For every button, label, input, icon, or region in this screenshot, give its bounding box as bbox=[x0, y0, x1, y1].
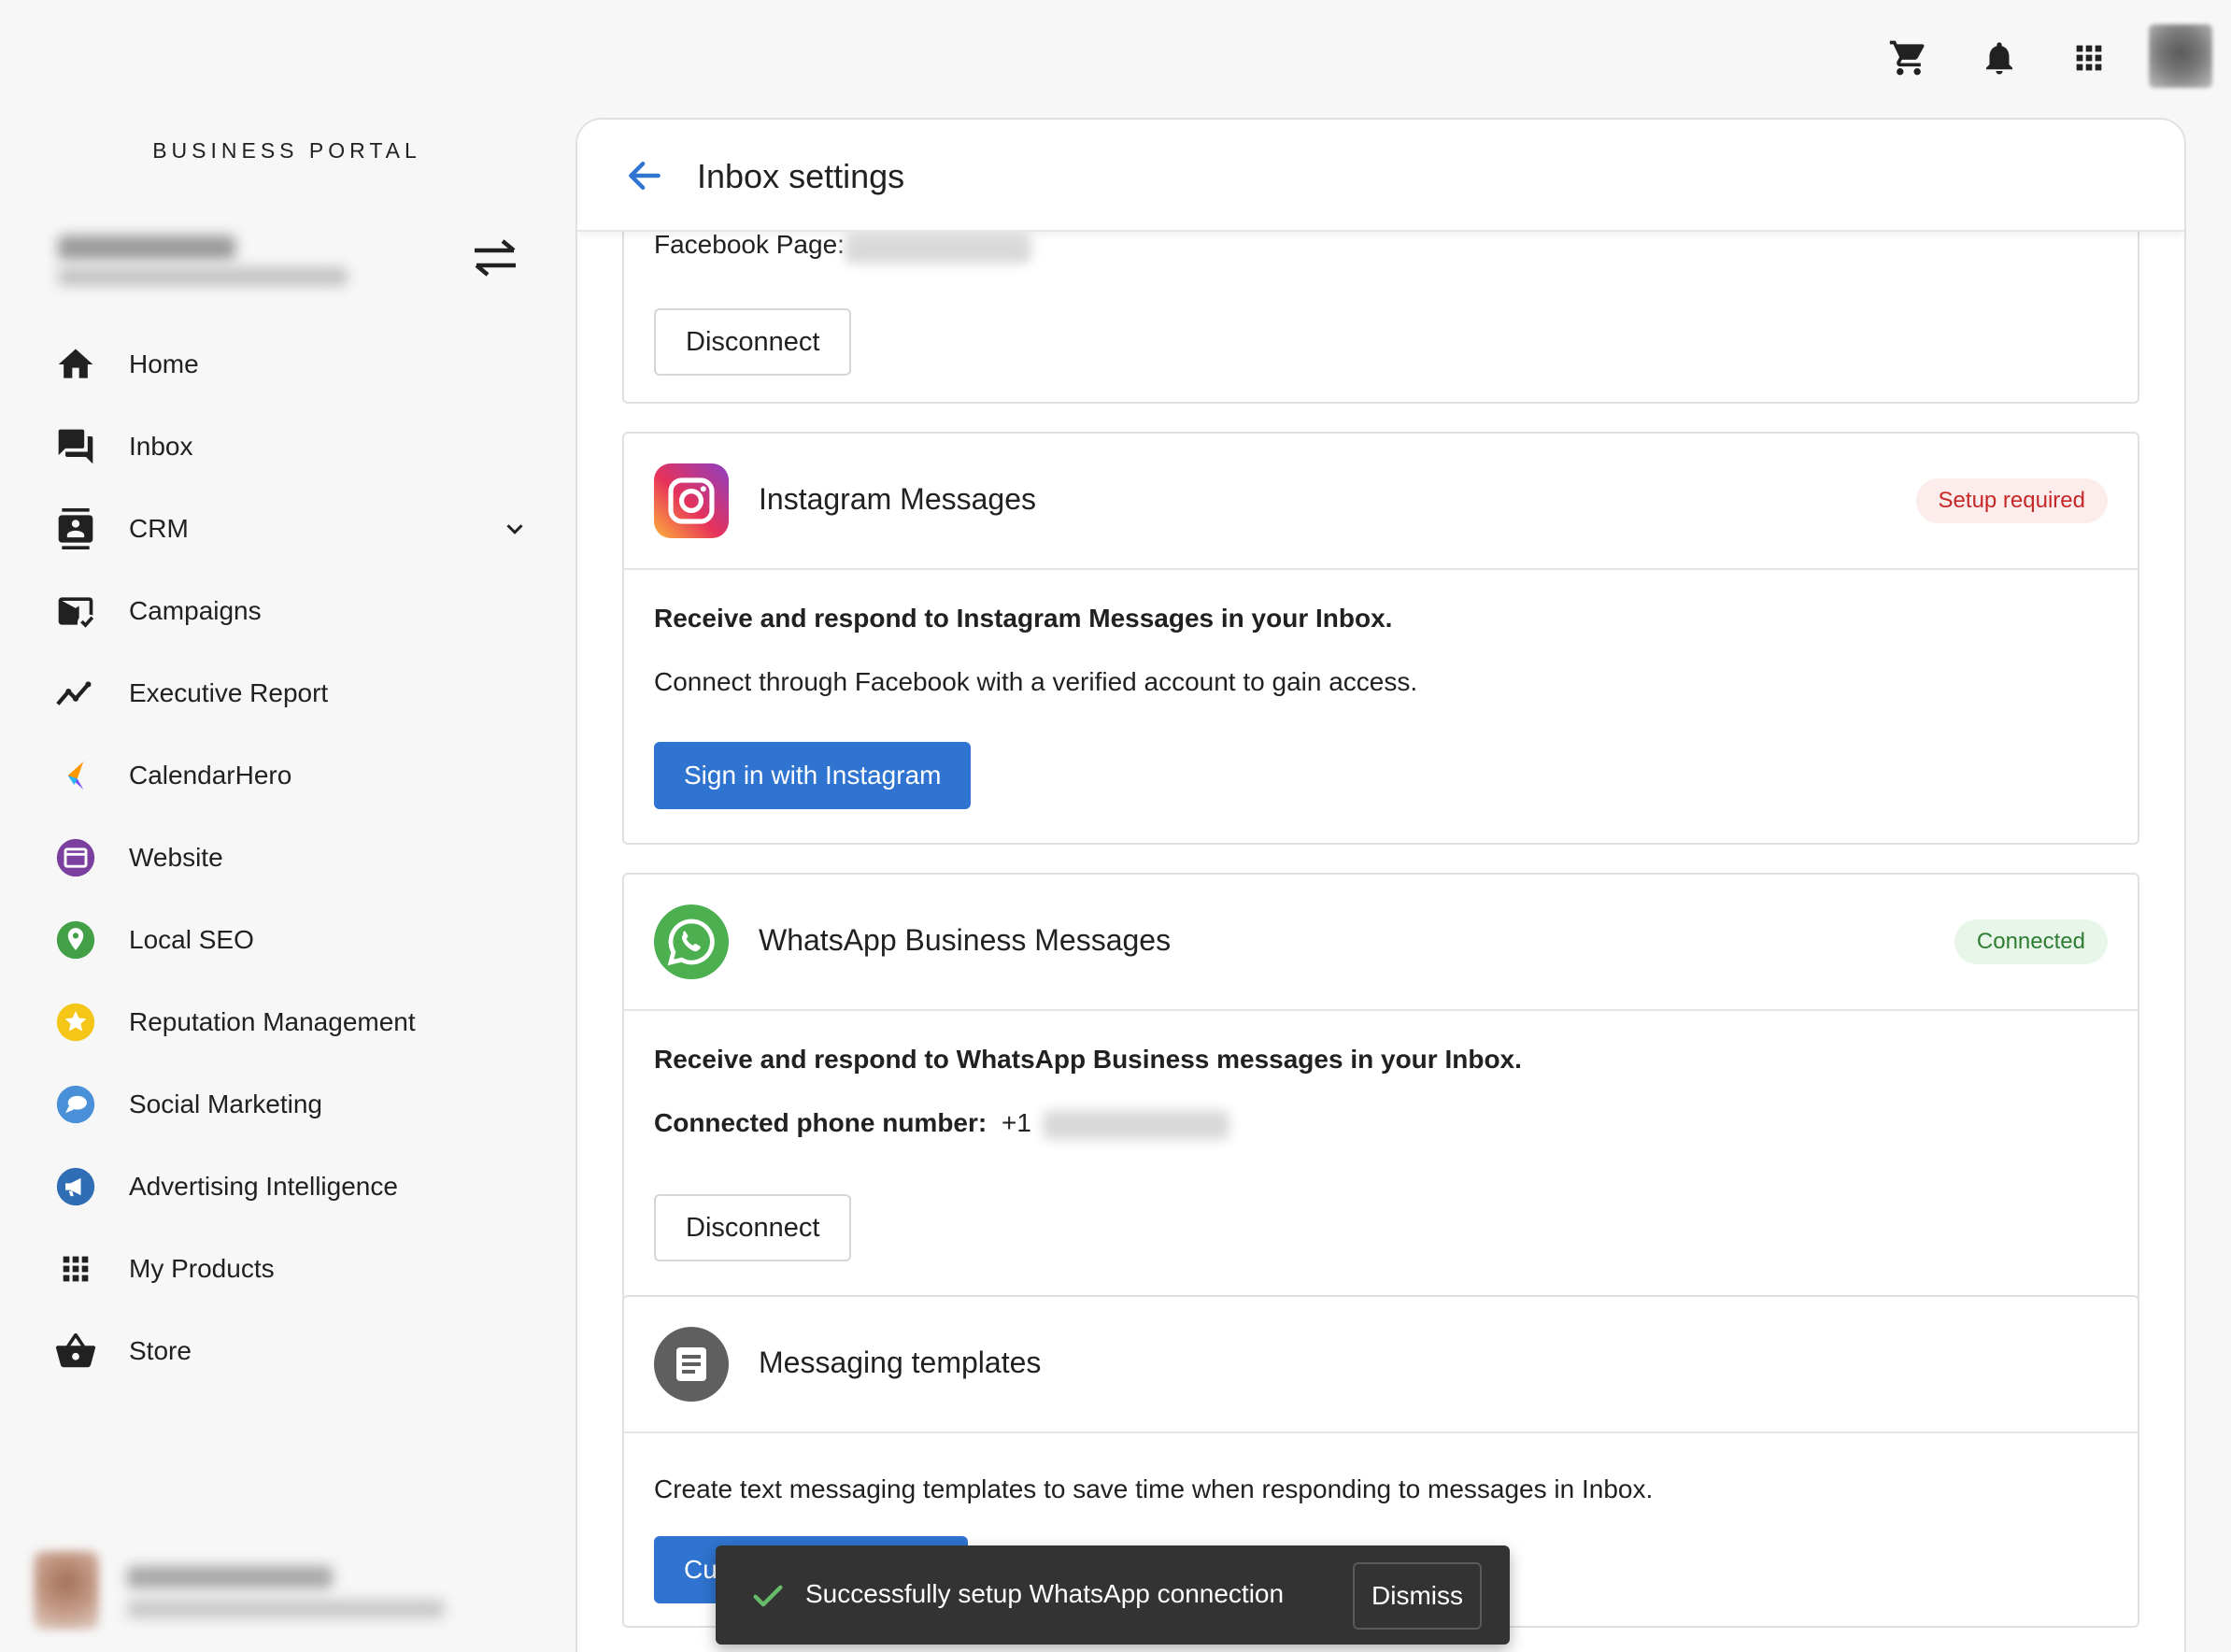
sidebar-item-label: Website bbox=[129, 843, 223, 872]
sidebar-item-label: Social Marketing bbox=[129, 1089, 322, 1118]
status-badge: Connected bbox=[1954, 919, 2108, 964]
facebook-page-label: Facebook Page: bbox=[654, 230, 845, 259]
instagram-card-header: Instagram Messages Setup required bbox=[624, 434, 2138, 570]
star-icon bbox=[52, 999, 99, 1046]
basket-icon bbox=[52, 1328, 99, 1374]
whatsapp-card-header: WhatsApp Business Messages Connected bbox=[624, 875, 2138, 1011]
user-avatar[interactable] bbox=[2149, 24, 2212, 88]
sidebar-item-social-marketing[interactable]: Social Marketing bbox=[0, 1067, 561, 1142]
megaphone-icon bbox=[52, 1163, 99, 1210]
sidebar-item-campaigns[interactable]: Campaigns bbox=[0, 574, 561, 648]
sidebar-item-label: Store bbox=[129, 1336, 192, 1365]
apps-grid-icon[interactable] bbox=[2061, 30, 2117, 86]
sidebar-item-my-products[interactable]: My Products bbox=[0, 1232, 561, 1306]
sidebar-item-inbox[interactable]: Inbox bbox=[0, 409, 561, 484]
mail-check-icon bbox=[52, 588, 99, 634]
account-switcher-name[interactable] bbox=[52, 224, 361, 299]
sidebar-item-label: Executive Report bbox=[129, 678, 329, 707]
sidebar-item-advertising-intelligence[interactable]: Advertising Intelligence bbox=[0, 1149, 561, 1224]
whatsapp-icon bbox=[654, 904, 729, 979]
sidebar-item-label: CRM bbox=[129, 514, 189, 543]
connected-phone-prefix: +1 bbox=[1002, 1108, 1031, 1137]
home-icon bbox=[52, 341, 99, 388]
sidebar-item-home[interactable]: Home bbox=[0, 327, 561, 402]
dismiss-button[interactable]: Dismiss bbox=[1353, 1562, 1482, 1630]
page-title: Inbox settings bbox=[697, 157, 905, 195]
templates-description: Create text messaging templates to save … bbox=[654, 1474, 1654, 1503]
website-icon bbox=[52, 834, 99, 881]
instagram-headline: Receive and respond to Instagram Message… bbox=[654, 604, 1393, 633]
sign-in-instagram-button[interactable]: Sign in with Instagram bbox=[654, 742, 972, 809]
templates-card-header: Messaging templates bbox=[624, 1297, 2138, 1433]
sidebar-item-store[interactable]: Store bbox=[0, 1314, 561, 1389]
connected-phone-label: Connected phone number: bbox=[654, 1108, 988, 1137]
instagram-icon bbox=[654, 463, 729, 538]
chevron-down-icon[interactable] bbox=[501, 515, 529, 543]
sidebar-item-label: Campaigns bbox=[129, 596, 262, 625]
back-arrow-icon[interactable] bbox=[624, 155, 665, 196]
sidebar-item-label: Inbox bbox=[129, 432, 193, 461]
sidebar-item-crm[interactable]: CRM bbox=[0, 491, 561, 566]
instagram-messages-card: Instagram Messages Setup required Receiv… bbox=[622, 432, 2139, 845]
chat-icon bbox=[52, 423, 99, 470]
sidebar-item-local-seo[interactable]: Local SEO bbox=[0, 903, 561, 977]
cart-icon[interactable] bbox=[1881, 30, 1937, 86]
sidebar-item-label: Local SEO bbox=[129, 925, 254, 954]
inbox-settings-panel: Inbox settings Facebook Page: Disconnect… bbox=[576, 118, 2186, 1652]
facebook-disconnect-button[interactable]: Disconnect bbox=[654, 308, 852, 376]
brand-title: BUSINESS PORTAL bbox=[152, 138, 421, 163]
whatsapp-card-title: WhatsApp Business Messages bbox=[759, 923, 1172, 957]
checkmark-icon bbox=[749, 1577, 787, 1615]
sidebar-item-label: Advertising Intelligence bbox=[129, 1172, 398, 1201]
sidebar-item-calendarhero[interactable]: CalendarHero bbox=[0, 738, 561, 813]
page-header: Inbox settings bbox=[577, 120, 2184, 232]
instagram-description: Connect through Facebook with a verified… bbox=[654, 667, 1418, 696]
success-toast: Successfully setup WhatsApp connection D… bbox=[716, 1545, 1510, 1645]
map-pin-icon bbox=[52, 917, 99, 963]
sidebar-item-label: My Products bbox=[129, 1254, 275, 1283]
whatsapp-disconnect-button[interactable]: Disconnect bbox=[654, 1194, 852, 1261]
trend-line-icon bbox=[52, 670, 99, 717]
contacts-icon bbox=[52, 506, 99, 552]
sidebar-item-website[interactable]: Website bbox=[0, 820, 561, 895]
toast-message: Successfully setup WhatsApp connection bbox=[805, 1579, 1285, 1608]
status-badge: Setup required bbox=[1915, 478, 2108, 523]
swap-account-icon[interactable] bbox=[467, 235, 523, 280]
sidebar-item-reputation-management[interactable]: Reputation Management bbox=[0, 985, 561, 1060]
sidebar-item-label: CalendarHero bbox=[129, 761, 292, 790]
whatsapp-messages-card: WhatsApp Business Messages Connected Rec… bbox=[622, 873, 2139, 1303]
chat-bubble-icon bbox=[52, 1081, 99, 1128]
sidebar-item-label: Home bbox=[129, 349, 199, 378]
current-user-profile[interactable] bbox=[19, 1542, 467, 1635]
calendarhero-icon bbox=[52, 752, 99, 799]
connected-phone-value bbox=[1043, 1110, 1229, 1140]
whatsapp-headline: Receive and respond to WhatsApp Business… bbox=[654, 1045, 1522, 1074]
template-document-icon bbox=[654, 1327, 729, 1402]
sidebar-item-label: Reputation Management bbox=[129, 1007, 416, 1036]
instagram-card-title: Instagram Messages bbox=[759, 482, 1037, 516]
facebook-page-value bbox=[845, 234, 1031, 263]
sidebar-item-executive-report[interactable]: Executive Report bbox=[0, 656, 561, 731]
grid-icon bbox=[52, 1246, 99, 1292]
bell-icon[interactable] bbox=[1971, 30, 2027, 86]
templates-card-title: Messaging templates bbox=[759, 1346, 1042, 1379]
